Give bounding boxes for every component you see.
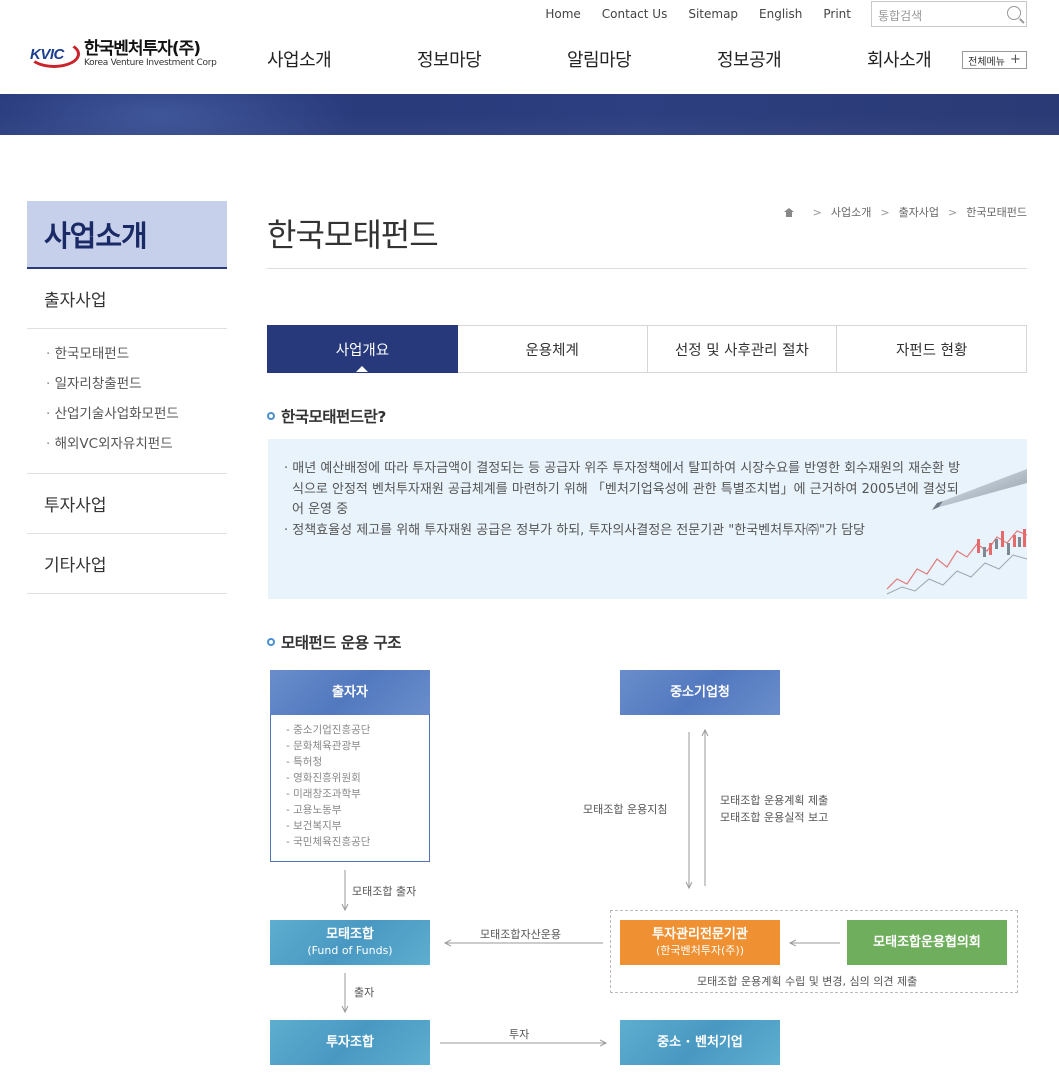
label-invest-out: 출자	[354, 986, 375, 999]
investor-item: 영화진흥위원회	[286, 770, 429, 786]
label-plan-submit: 모태조합 운용계획 제출	[720, 794, 829, 807]
box-fund-label: 투자조합	[326, 1034, 374, 1050]
box-council: 모태조합운용협의회	[847, 920, 1007, 965]
investor-list: 중소기업진흥공단 문화체육관광부 특허청 영화진흥위원회 미래창조과학부 고용노…	[270, 714, 430, 862]
box-sme-label: 중소 · 벤처기업	[657, 1034, 743, 1050]
box-investor-label: 출자자	[332, 684, 368, 700]
label-council-note: 모태조합 운용계획 수립 및 변경, 심의 의견 제출	[697, 975, 918, 988]
investor-item: 미래창조과학부	[286, 786, 429, 802]
label-asset-mgmt: 모태조합자산운용	[480, 928, 561, 941]
box-investor: 출자자	[270, 670, 430, 715]
box-fof-sublabel: (Fund of Funds)	[307, 943, 393, 957]
investor-item: 고용노동부	[286, 802, 429, 818]
label-contribution: 모태조합 출자	[352, 885, 417, 898]
box-council-label: 모태조합운용협의회	[873, 934, 981, 950]
box-smba-label: 중소기업청	[670, 684, 730, 700]
box-smba: 중소기업청	[620, 670, 780, 715]
box-manager-label: 투자관리전문기관	[652, 926, 748, 942]
investor-item: 문화체육관광부	[286, 738, 429, 754]
label-guideline: 모태조합 운용지침	[583, 803, 668, 816]
label-plan-report: 모태조합 운용실적 보고	[720, 811, 829, 824]
box-fund-of-funds: 모태조합 (Fund of Funds)	[270, 920, 430, 965]
label-invest: 투자	[509, 1028, 530, 1041]
investor-item: 보건복지부	[286, 818, 429, 834]
investor-item: 중소기업진흥공단	[286, 722, 429, 738]
box-sme-venture: 중소 · 벤처기업	[620, 1020, 780, 1065]
box-manager: 투자관리전문기관 (한국벤처투자(주))	[620, 920, 780, 965]
investor-item: 국민체육진흥공단	[286, 834, 429, 850]
box-investment-fund: 투자조합	[270, 1020, 430, 1065]
investor-item: 특허청	[286, 754, 429, 770]
box-manager-sublabel: (한국벤처투자(주))	[655, 943, 744, 957]
box-fof-label: 모태조합	[326, 926, 374, 942]
